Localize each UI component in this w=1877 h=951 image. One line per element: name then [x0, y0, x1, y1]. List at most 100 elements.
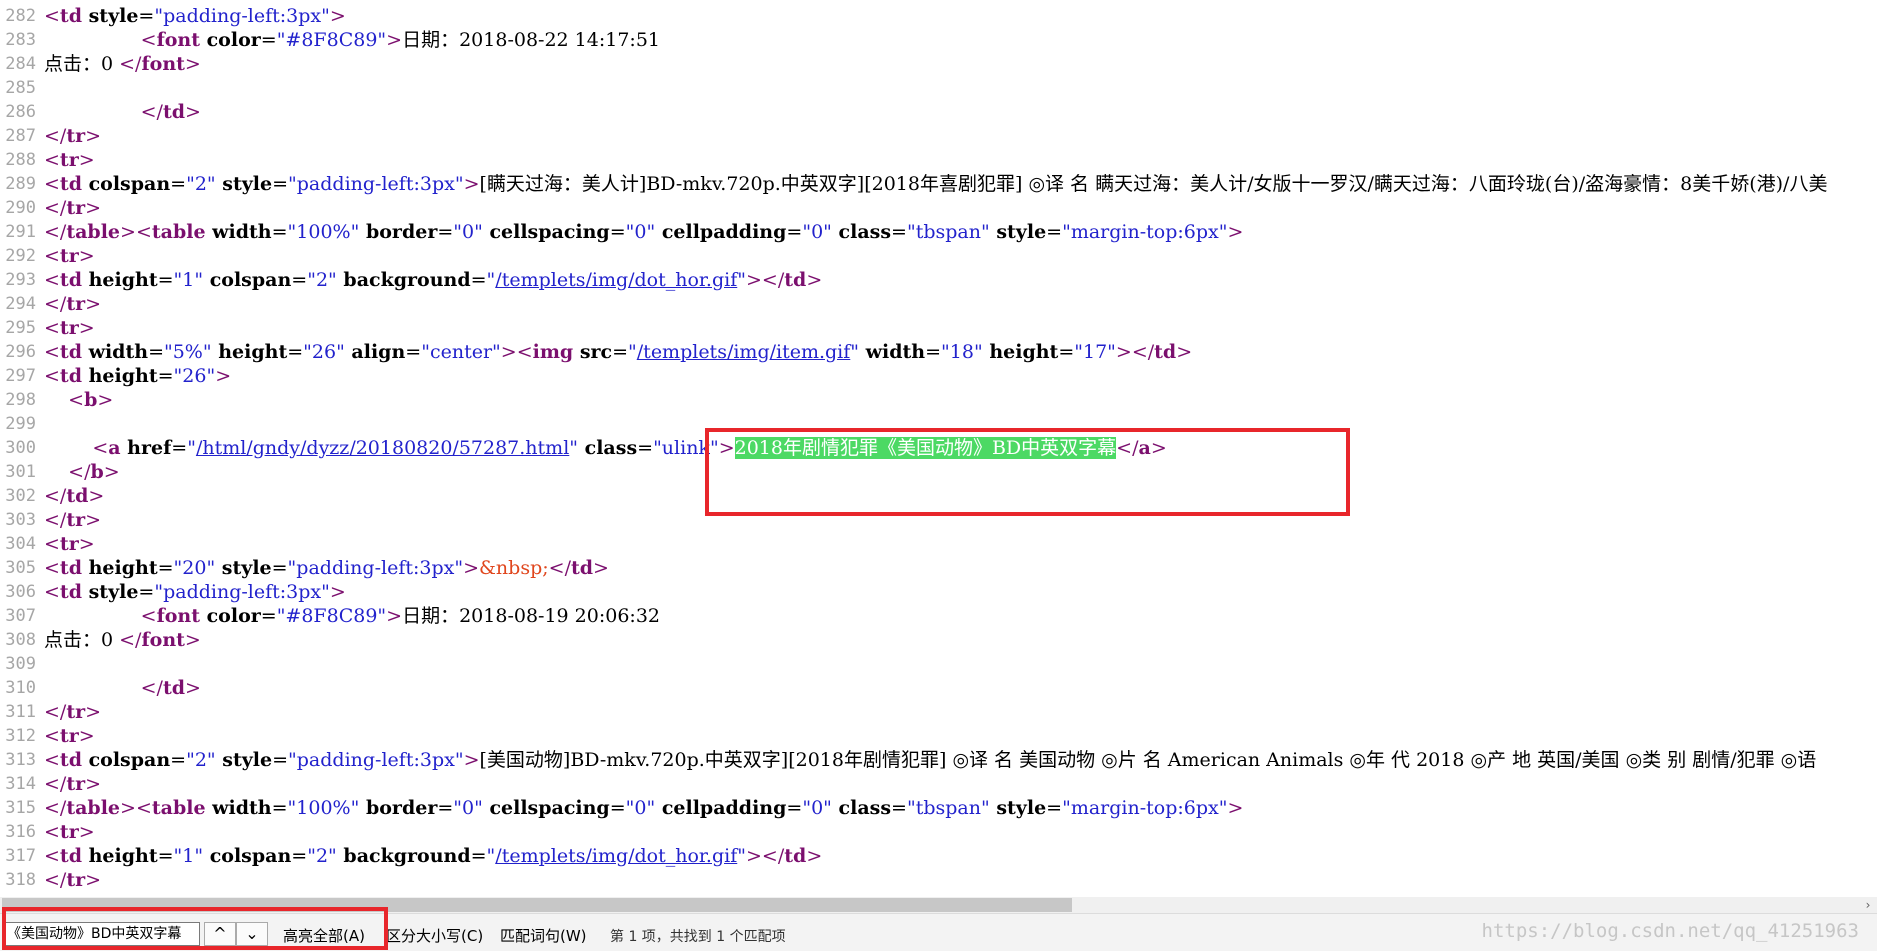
- attribute-name: style: [215, 173, 273, 195]
- bracket: >: [78, 821, 95, 843]
- text-content: =: [271, 221, 288, 243]
- code-line[interactable]: 294 </tr>: [0, 292, 1877, 316]
- attribute-name: width: [859, 341, 926, 363]
- text-content: =: [786, 797, 803, 819]
- attribute-name: height: [81, 269, 158, 291]
- code-line[interactable]: 293 <td height="1" colspan="2" background…: [0, 268, 1877, 292]
- bracket: <: [68, 389, 85, 411]
- code-line[interactable]: 310 </td>: [0, 676, 1877, 700]
- bracket: <: [92, 437, 109, 459]
- code-line[interactable]: 318 </tr>: [0, 868, 1877, 892]
- line-number: 299: [5, 414, 36, 434]
- code-text: <b>: [44, 388, 113, 412]
- attribute-value: ": [850, 341, 860, 363]
- code-line[interactable]: 282 <td style="padding-left:3px">: [0, 4, 1877, 28]
- attribute-value: "margin-top:6px": [1062, 221, 1228, 243]
- code-line[interactable]: 311 </tr>: [0, 700, 1877, 724]
- line-number: 318: [5, 870, 36, 890]
- code-line[interactable]: 305 <td height="20" style="padding-left:3…: [0, 556, 1877, 580]
- bracket: </: [44, 509, 67, 531]
- attribute-value: "0": [802, 221, 832, 243]
- line-number: 290: [5, 198, 36, 218]
- code-line[interactable]: 304 <tr>: [0, 532, 1877, 556]
- code-line[interactable]: 297 <td height="26">: [0, 364, 1877, 388]
- bracket: >: [1227, 797, 1244, 819]
- code-line[interactable]: 315 </table><table width="100%" border="0…: [0, 796, 1877, 820]
- code-line[interactable]: 308 点击：0 </font>: [0, 628, 1877, 652]
- bracket: >: [120, 221, 136, 243]
- code-line[interactable]: 283 <font color="#8F8C89">日期：2018-08-22 …: [0, 28, 1877, 52]
- bracket: >: [78, 725, 95, 747]
- line-number: 285: [5, 78, 36, 98]
- bracket: </: [548, 557, 571, 579]
- code-line[interactable]: 290 </tr>: [0, 196, 1877, 220]
- attribute-value: "2": [186, 173, 216, 195]
- code-line[interactable]: 306 <td style="padding-left:3px">: [0, 580, 1877, 604]
- tag-name: tr: [66, 509, 86, 531]
- whole-word-checkbox[interactable]: 匹配词句(W): [500, 925, 587, 946]
- attribute-name: style: [215, 557, 272, 579]
- tag-name: td: [59, 557, 82, 579]
- tag-name: table: [66, 221, 121, 243]
- tag-name: b: [84, 389, 98, 411]
- code-line[interactable]: 307 <font color="#8F8C89">日期：2018-08-19 …: [0, 604, 1877, 628]
- code-line[interactable]: 317 <td height="1" colspan="2" background…: [0, 844, 1877, 868]
- bracket: <: [135, 797, 152, 819]
- code-line[interactable]: 284 点击：0 </font>: [0, 52, 1877, 76]
- attribute-value: ": [737, 269, 746, 291]
- line-number: 298: [5, 390, 36, 410]
- code-line[interactable]: 309: [0, 652, 1877, 676]
- bracket: <: [44, 533, 60, 555]
- bracket: </: [140, 101, 163, 123]
- attribute-name: cellpadding: [655, 221, 787, 243]
- code-text: </tr>: [44, 196, 101, 220]
- line-number: 309: [5, 654, 36, 674]
- line-number: 300: [5, 438, 36, 458]
- attribute-name: width: [205, 797, 272, 819]
- attribute-name: color: [200, 29, 261, 51]
- attribute-name: href: [120, 437, 172, 459]
- code-line[interactable]: 292 <tr>: [0, 244, 1877, 268]
- code-line[interactable]: 298 <b>: [0, 388, 1877, 412]
- code-text: <font color="#8F8C89">日期：2018-08-22 14:1…: [44, 28, 660, 52]
- code-line[interactable]: 296 <td width="5%" height="26" align="cen…: [0, 340, 1877, 364]
- attribute-value: "0": [453, 797, 483, 819]
- tag-name: a: [108, 437, 121, 459]
- scroll-right-icon[interactable]: ›: [1861, 897, 1875, 913]
- tag-name: font: [156, 29, 200, 51]
- code-text: </tr>: [44, 124, 101, 148]
- code-text: <td style="padding-left:3px">: [44, 580, 346, 604]
- code-text: <tr>: [44, 244, 95, 268]
- attribute-value: ": [569, 437, 579, 459]
- code-line[interactable]: 289 <td colspan="2" style="padding-left:3…: [0, 172, 1877, 196]
- code-line[interactable]: 291 </table><table width="100%" border="0…: [0, 220, 1877, 244]
- text-content: =: [291, 845, 308, 867]
- bracket: </: [44, 221, 67, 243]
- link-url[interactable]: /templets/img/item.gif: [637, 341, 851, 363]
- attribute-name: class: [578, 437, 638, 459]
- annotation-box-findbar: [2, 907, 388, 950]
- code-line[interactable]: 295 <tr>: [0, 316, 1877, 340]
- line-number: 315: [5, 798, 36, 818]
- code-line[interactable]: 314 </tr>: [0, 772, 1877, 796]
- code-line[interactable]: 287 </tr>: [0, 124, 1877, 148]
- attribute-name: border: [359, 221, 438, 243]
- attribute-value: "0": [625, 221, 656, 243]
- code-line[interactable]: 313 <td colspan="2" style="padding-left:3…: [0, 748, 1877, 772]
- tag-name: table: [151, 221, 206, 243]
- link-url[interactable]: /templets/img/dot_hor.gif: [495, 845, 737, 867]
- line-number: 282: [5, 6, 36, 26]
- attribute-name: colspan: [81, 173, 171, 195]
- code-line[interactable]: 286 </td>: [0, 100, 1877, 124]
- link-url[interactable]: /html/gndy/dyzz/20180820/57287.html: [196, 437, 569, 459]
- code-line[interactable]: 288 <tr>: [0, 148, 1877, 172]
- code-line[interactable]: 312 <tr>: [0, 724, 1877, 748]
- tag-name: td: [59, 581, 82, 603]
- code-text: <td style="padding-left:3px">: [44, 4, 346, 28]
- match-case-checkbox[interactable]: 区分大小写(C): [386, 925, 483, 946]
- tag-name: td: [784, 845, 807, 867]
- code-line[interactable]: 285: [0, 76, 1877, 100]
- link-url[interactable]: /templets/img/dot_hor.gif: [495, 269, 737, 291]
- code-line[interactable]: 316 <tr>: [0, 820, 1877, 844]
- text-content: =: [891, 797, 907, 819]
